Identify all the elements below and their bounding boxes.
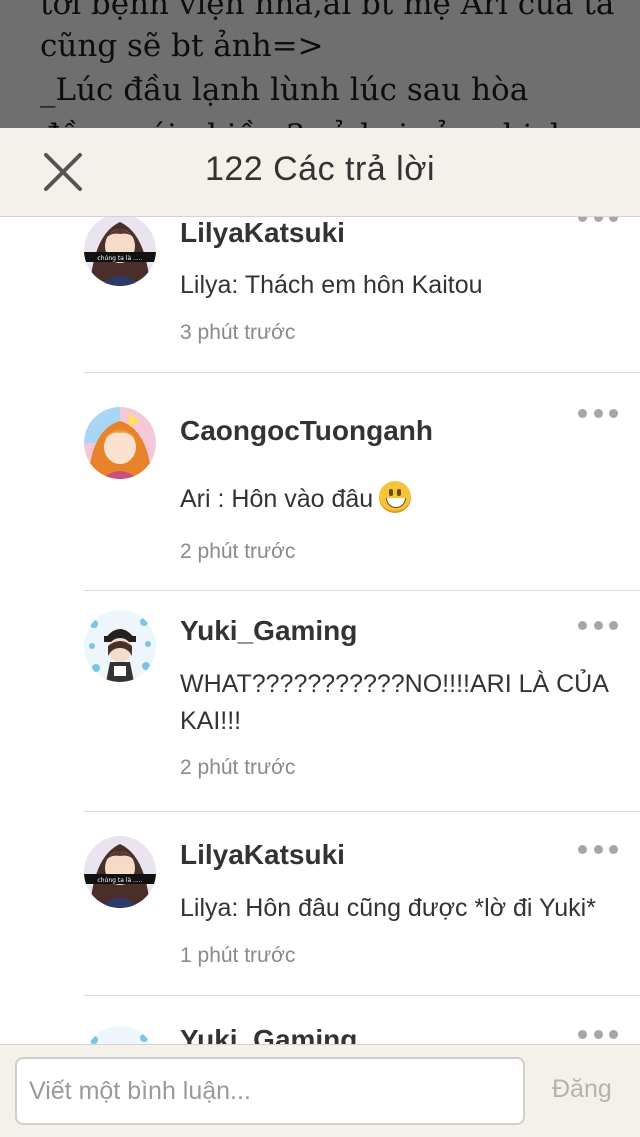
divider — [84, 995, 640, 996]
divider — [84, 590, 640, 591]
divider — [84, 372, 640, 373]
story-line: cũng sẽ bt ảnh=> — [40, 28, 324, 64]
more-options-button[interactable] — [578, 217, 618, 224]
more-options-button[interactable] — [578, 406, 618, 420]
svg-text:chúng ta là .....: chúng ta là ..... — [97, 877, 142, 884]
grinning-face-icon — [379, 481, 412, 513]
avatar-lilya[interactable]: chúng ta là ..... — [84, 836, 156, 908]
story-line: _Lúc đầu lạnh lùnh lúc sau hòa — [40, 72, 529, 108]
comment-text: Lilya: Hôn đâu cũng được *lờ đi Yuki* — [180, 894, 596, 922]
comment-username[interactable]: LilyaKatsuki — [180, 217, 345, 249]
post-button[interactable]: Đăng — [552, 1075, 612, 1104]
more-options-button[interactable] — [578, 618, 618, 632]
comment-username[interactable]: Yuki_Gaming — [180, 1024, 357, 1044]
comment-username[interactable]: Yuki_Gaming — [180, 615, 357, 647]
avatar-caongoc[interactable] — [84, 407, 156, 479]
comment-item: Yuki_Gaming WHAT???????????NO!!!!ARI LÀ … — [84, 593, 640, 813]
comment-item: chúng ta là ..... LilyaKatsuki Lilya: Hô… — [84, 813, 640, 997]
comment-list[interactable]: chúng ta là ..... LilyaKatsuki Lilya: Th… — [0, 217, 640, 1044]
sheet-header: 122 Các trả lời — [0, 128, 640, 217]
divider — [84, 811, 640, 812]
comment-username[interactable]: LilyaKatsuki — [180, 839, 345, 871]
avatar-yuki[interactable] — [84, 1026, 156, 1044]
avatar-lilya[interactable]: chúng ta là ..... — [84, 217, 156, 286]
comment-text-content: Ari : Hôn vào đâu — [180, 485, 374, 513]
comment-text: Ari : Hôn vào đâu — [180, 481, 620, 518]
comment-input[interactable] — [15, 1057, 525, 1125]
svg-text:chúng ta là .....: chúng ta là ..... — [97, 255, 142, 262]
comment-timestamp: 2 phút trước — [180, 540, 296, 563]
comment-text: Lilya: Thách em hôn Kaitou — [180, 271, 483, 299]
comment-item: chúng ta là ..... LilyaKatsuki Lilya: Th… — [84, 217, 640, 374]
comment-item: Yuki_Gaming — [84, 997, 640, 1044]
more-options-button[interactable] — [578, 842, 618, 856]
comment-text: WHAT???????????NO!!!!ARI LÀ CỦA KAI!!! — [180, 670, 608, 735]
comment-timestamp: 1 phút trước — [180, 944, 296, 967]
comment-timestamp: 3 phút trước — [180, 321, 296, 344]
comment-composer: Đăng — [0, 1044, 640, 1137]
comment-item: CaongocTuonganh Ari : Hôn vào đâu 2 phút… — [84, 397, 640, 593]
comment-timestamp: 2 phút trước — [180, 756, 296, 779]
comment-username[interactable]: CaongocTuonganh — [180, 415, 433, 447]
replies-sheet: 122 Các trả lời chúng ta là ..... LilyaK… — [0, 128, 640, 1137]
avatar-yuki[interactable] — [84, 610, 156, 682]
story-line: tới bệnh viện nhà,ai bt mẹ Ari của ta — [40, 0, 615, 22]
background-story: tới bệnh viện nhà,ai bt mẹ Ari của ta cũ… — [0, 0, 640, 140]
more-options-button[interactable] — [578, 1027, 618, 1041]
replies-count-title: 122 Các trả lời — [204, 150, 436, 188]
